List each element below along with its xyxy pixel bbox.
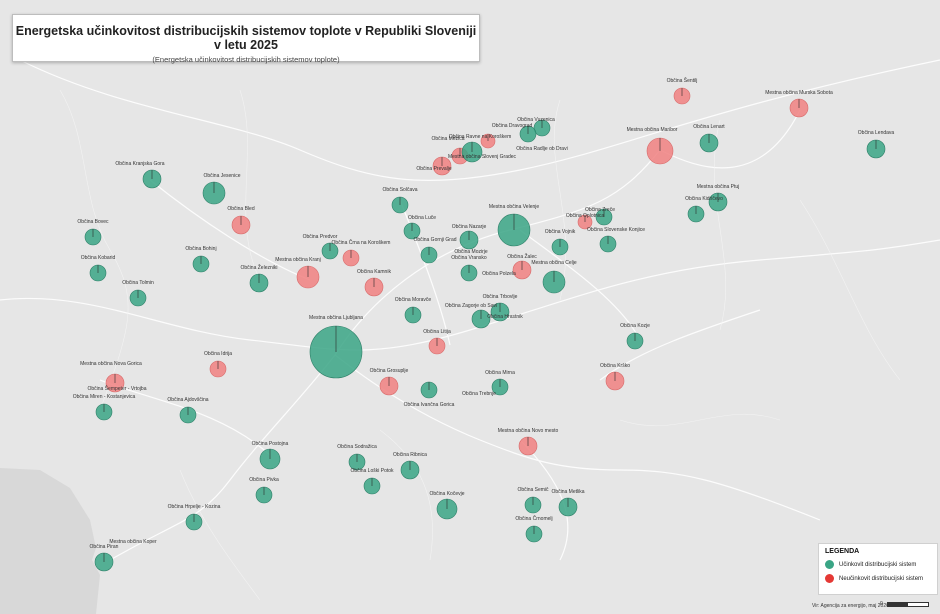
marker-label: Občina Hrastnik [487, 314, 523, 320]
marker-label: Občina Kamnik [357, 269, 391, 275]
marker-label: Občina Kočevje [429, 491, 464, 497]
marker-label: Mestna občina Nova Gorica [80, 361, 142, 367]
title-box: Energetska učinkovitost distribucijskih … [12, 14, 480, 64]
marker-label: Občina Črna na Koroškem [332, 239, 391, 246]
marker-label: Občina Šempeter - Vrtojba [87, 385, 146, 392]
marker-label: Mestna občina Slovenj Gradec [448, 154, 517, 160]
marker-label: Občina Semič [517, 487, 549, 493]
map-marker[interactable]: Občina Trebnje [462, 391, 496, 397]
marker-label: Občina Sodražica [337, 444, 377, 450]
scale-label: 0 [880, 601, 883, 607]
map-marker[interactable]: Občina Radlje ob Dravi [516, 146, 567, 152]
source-note: Vir: Agencija za energijo, maj 2026 [812, 603, 889, 609]
marker-label: Občina Črnomelj [515, 515, 552, 522]
map-marker[interactable]: Občina Šempeter - Vrtojba [87, 385, 146, 392]
marker-label: Mestna občina Novo mesto [498, 428, 559, 434]
map-marker[interactable]: Občina Polzela [482, 271, 516, 277]
marker-label: Občina Piran [90, 544, 119, 550]
marker-label: Občina Lendava [858, 130, 895, 136]
marker-label: Občina Trbovlje [483, 294, 518, 300]
marker-label: Mestna občina Ptuj [697, 184, 740, 190]
marker-label: Občina Vojnik [545, 229, 576, 235]
map-subtitle: (Energetska učinkovitost distribucijskih… [152, 55, 340, 64]
marker-label: Mestna občina Velenje [489, 204, 540, 210]
legend-inefficient-label: Neučinkovit distribucijski sistem [839, 575, 924, 582]
marker-label: Občina Ajdovščina [167, 397, 208, 403]
marker-label: Občina Kobarid [81, 255, 116, 261]
inefficient-dot-icon [825, 574, 834, 583]
marker-label: Občina Grosuplje [370, 368, 409, 374]
map-title: Energetska učinkovitost distribucijskih … [15, 24, 477, 52]
marker-label: Občina Kidričevo [685, 196, 723, 202]
marker-label: Občina Radlje ob Dravi [516, 146, 567, 152]
marker-label: Občina Gornji Grad [413, 237, 456, 243]
marker-label: Občina Jesenice [204, 173, 241, 179]
marker-label: Občina Polzela [482, 271, 516, 277]
marker-label: Mestna občina Ljubljana [309, 315, 363, 321]
marker-label: Občina Luče [408, 215, 436, 221]
legend-title: LEGENDA [825, 548, 860, 555]
marker-label: Občina Žalec [507, 252, 537, 260]
scale-bar-graphic [886, 601, 929, 607]
legend: LEGENDA Učinkovit distribucijski sistem … [818, 543, 938, 595]
marker-label: Občina Loški Potok [350, 468, 394, 474]
efficient-dot-icon [825, 560, 834, 569]
marker-label: Občina Trebnje [462, 391, 496, 397]
marker-label: Občina Ivančna Gorica [404, 402, 455, 408]
legend-item-efficient: Učinkovit distribucijski sistem [825, 560, 937, 569]
marker-label: Občina Železniki [241, 263, 278, 271]
map-marker[interactable]: Občina Hrastnik [487, 314, 523, 320]
marker-label: Občina Mirna [485, 370, 515, 376]
marker-label: Občina Prevalje [416, 166, 452, 172]
marker-label: Občina Nazarje [452, 224, 487, 230]
marker-label: Občina Kranjska Gora [115, 161, 164, 167]
marker-label: Mestna občina Kranj [275, 257, 321, 263]
map-canvas[interactable]: Občina Šentilj Mestna občina Murska Sobot… [0, 0, 940, 614]
scale-bar: 0 [880, 601, 929, 607]
marker-label: Občina Bled [227, 206, 254, 212]
marker-label: Občina Tolmin [122, 280, 154, 286]
legend-item-inefficient: Neučinkovit distribucijski sistem [825, 574, 937, 583]
marker-label: Občina Metlika [551, 489, 584, 495]
marker-label: Občina Kozje [620, 323, 650, 329]
marker-label: Mestna občina Murska Sobota [765, 90, 833, 96]
marker-label: Občina Idrija [204, 351, 232, 357]
marker-label: Občina Solčava [382, 187, 417, 193]
marker-label: Mestna občina Maribor [627, 127, 678, 133]
marker-label: Občina Dravograd [492, 123, 533, 129]
marker-label: Občina Ribnica [393, 452, 427, 458]
marker-label: Občina Šentilj [667, 77, 698, 84]
marker-label: Občina Oplotnica [566, 213, 605, 219]
marker-label: Občina Krško [600, 363, 630, 369]
marker-label: Občina Miren - Kostanjevica [73, 394, 136, 400]
marker-label: Občina Hrpelje - Kozina [168, 504, 221, 510]
marker-label: Občina Postojna [252, 441, 289, 447]
marker-label: Občina Slovenske Konjice [587, 227, 645, 233]
marker-label: Občina Bohinj [185, 246, 216, 252]
marker-label: Mestna občina Celje [531, 260, 577, 266]
marker-label: Občina Lenart [693, 124, 725, 130]
marker-label: Občina Zagorje ob Savi [445, 303, 497, 309]
marker-label: Občina Litija [423, 329, 451, 335]
marker-label: Občina Pivka [249, 477, 279, 483]
marker-label: Občina Mežica [431, 136, 464, 142]
marker-label: Občina Vransko [451, 255, 487, 261]
legend-efficient-label: Učinkovit distribucijski sistem [839, 561, 917, 568]
marker-label: Občina Moravče [395, 297, 432, 303]
marker-label: Občina Bovec [77, 219, 109, 225]
